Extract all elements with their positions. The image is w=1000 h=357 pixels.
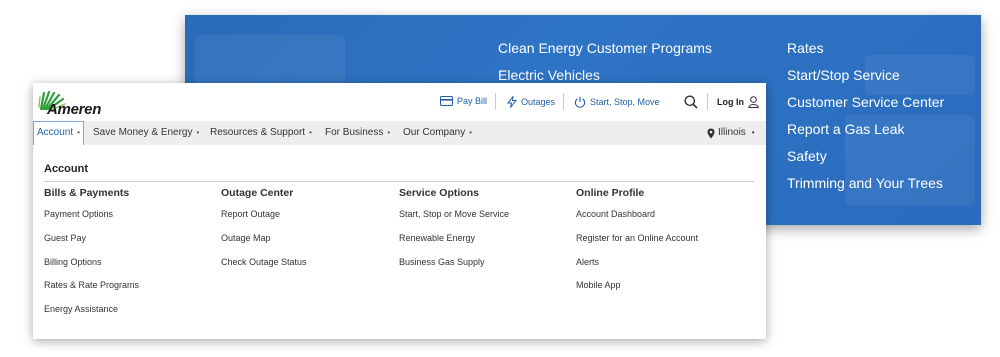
power-icon xyxy=(574,96,586,108)
utility-divider xyxy=(495,93,496,110)
map-pin-icon xyxy=(707,128,715,138)
column-heading: Service Options xyxy=(399,187,479,199)
blue-link-clean-energy[interactable]: Clean Energy Customer Programs xyxy=(498,35,712,62)
ameren-logo[interactable]: Ameren xyxy=(37,89,117,118)
nav-for-business[interactable]: For Business • xyxy=(322,121,393,145)
utility-divider xyxy=(563,93,564,110)
blue-link-customer-service[interactable]: Customer Service Center xyxy=(787,89,944,116)
blue-link-gas-leak[interactable]: Report a Gas Leak xyxy=(787,116,944,143)
utility-divider xyxy=(707,93,708,110)
login-label: Log In xyxy=(717,97,744,107)
logo-wordmark: Ameren xyxy=(47,101,102,118)
credit-card-icon xyxy=(440,96,453,106)
start-stop-move-link[interactable]: Start, Stop, Move xyxy=(574,96,660,108)
outages-label: Outages xyxy=(521,97,556,107)
bills-payments-column: Bills & Payments Payment Options Guest P… xyxy=(44,187,139,328)
nav-dot: • xyxy=(469,128,473,137)
ameren-header-panel: Ameren Pay Bill Outages Start, Stop, Mov… xyxy=(33,83,766,339)
link-rates-programs[interactable]: Rates & Rate Programs xyxy=(44,280,139,291)
blue-link-start-stop[interactable]: Start/Stop Service xyxy=(787,62,944,89)
link-outage-map[interactable]: Outage Map xyxy=(221,233,307,244)
link-report-outage[interactable]: Report Outage xyxy=(221,209,307,220)
link-account-dashboard[interactable]: Account Dashboard xyxy=(576,209,698,220)
nav-dot: • xyxy=(77,128,80,137)
link-check-outage-status[interactable]: Check Outage Status xyxy=(221,257,307,268)
location-label: Illinois xyxy=(718,127,746,138)
link-energy-assistance[interactable]: Energy Assistance xyxy=(44,304,139,315)
utility-bar: Ameren Pay Bill Outages Start, Stop, Mov… xyxy=(33,83,766,121)
column-heading: Outage Center xyxy=(221,187,294,199)
pay-bill-label: Pay Bill xyxy=(457,96,488,106)
nav-account[interactable]: Account • xyxy=(33,121,84,145)
nav-for-business-label: For Business xyxy=(325,127,384,138)
nav-account-label: Account xyxy=(37,127,74,138)
link-payment-options[interactable]: Payment Options xyxy=(44,209,139,220)
nav-dot: • xyxy=(751,128,755,137)
nav-our-company-label: Our Company xyxy=(403,127,466,138)
outages-link[interactable]: Outages xyxy=(507,96,555,108)
blue-link-safety[interactable]: Safety xyxy=(787,143,944,170)
dropdown-divider xyxy=(44,181,754,182)
nav-save-money-label: Save Money & Energy xyxy=(93,127,193,138)
column-heading: Online Profile xyxy=(576,187,645,199)
nav-resources[interactable]: Resources & Support • xyxy=(207,121,315,145)
nav-dot: • xyxy=(196,128,200,137)
nav-dot: • xyxy=(309,128,312,137)
lightning-icon xyxy=(507,96,517,108)
link-mobile-app[interactable]: Mobile App xyxy=(576,280,698,291)
link-billing-options[interactable]: Billing Options xyxy=(44,257,139,268)
link-start-stop-move-service[interactable]: Start, Stop or Move Service xyxy=(399,209,509,220)
blue-link-rates[interactable]: Rates xyxy=(787,35,944,62)
service-options-column: Service Options Start, Stop or Move Serv… xyxy=(399,187,509,280)
pay-bill-link[interactable]: Pay Bill xyxy=(440,96,487,106)
main-nav: Account • Save Money & Energy • Resources … xyxy=(33,121,766,145)
outage-center-column: Outage Center Report Outage Outage Map C… xyxy=(221,187,307,280)
blue-link-trimming[interactable]: Trimming and Your Trees xyxy=(787,170,944,197)
link-business-gas-supply[interactable]: Business Gas Supply xyxy=(399,257,509,268)
link-alerts[interactable]: Alerts xyxy=(576,257,698,268)
link-guest-pay[interactable]: Guest Pay xyxy=(44,233,139,244)
nav-dot: • xyxy=(387,128,391,137)
blue-menu-left-column: Clean Energy Customer Programs Electric … xyxy=(498,35,712,89)
blue-menu-right-column: Rates Start/Stop Service Customer Servic… xyxy=(787,35,944,197)
user-icon xyxy=(748,96,759,108)
nav-save-money[interactable]: Save Money & Energy • xyxy=(90,121,202,145)
start-stop-move-label: Start, Stop, Move xyxy=(590,97,660,107)
nav-our-company[interactable]: Our Company • xyxy=(400,121,475,145)
link-renewable-energy[interactable]: Renewable Energy xyxy=(399,233,509,244)
nav-resources-label: Resources & Support xyxy=(210,127,306,138)
search-button[interactable] xyxy=(684,95,698,109)
dropdown-title: Account xyxy=(44,163,88,175)
link-register-online-account[interactable]: Register for an Online Account xyxy=(576,233,698,244)
column-heading: Bills & Payments xyxy=(44,187,130,199)
search-icon xyxy=(684,95,698,109)
online-profile-column: Online Profile Account Dashboard Registe… xyxy=(576,187,698,304)
login-button[interactable]: Log In xyxy=(717,96,759,108)
location-selector[interactable]: Illinois • xyxy=(707,121,755,145)
